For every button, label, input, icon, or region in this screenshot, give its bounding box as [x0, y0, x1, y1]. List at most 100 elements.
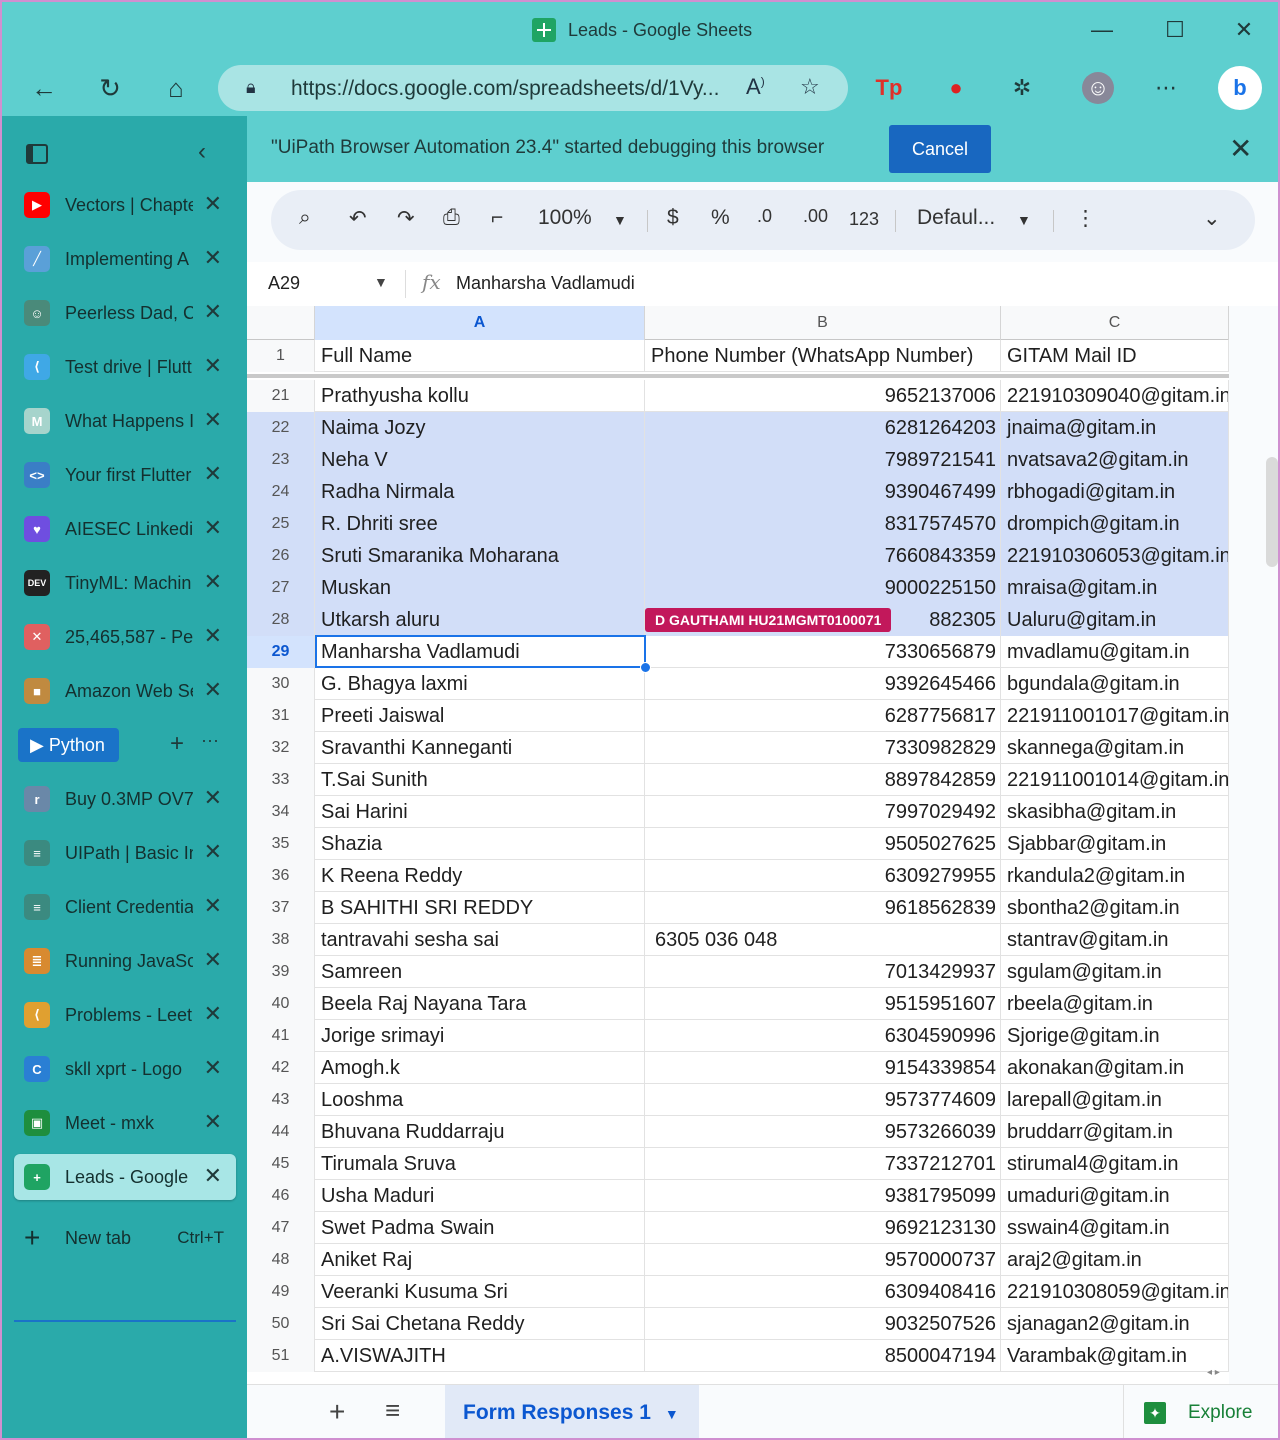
- cell-full-name[interactable]: Aniket Raj: [315, 1244, 645, 1276]
- sidebar-tab-item[interactable]: + Leads - Google ✕: [14, 1154, 236, 1200]
- row-number[interactable]: 26: [247, 540, 315, 572]
- refresh-icon[interactable]: ↻: [90, 70, 130, 106]
- cell-full-name[interactable]: Sruti Smaranika Moharana: [315, 540, 645, 572]
- row-number[interactable]: 38: [247, 924, 315, 956]
- cell-email[interactable]: nvatsava2@gitam.in: [1001, 444, 1229, 476]
- cell-phone-number[interactable]: 9652137006: [645, 380, 1001, 412]
- sidebar-tab-item[interactable]: ▣ Meet - mxk ✕: [14, 1100, 236, 1146]
- cell-phone-number[interactable]: 7997029492: [645, 796, 1001, 828]
- cell-email[interactable]: Sjabbar@gitam.in: [1001, 828, 1229, 860]
- close-tab-icon[interactable]: ✕: [204, 1109, 222, 1135]
- undo-icon[interactable]: ↶: [349, 206, 367, 231]
- cell-email[interactable]: umaduri@gitam.in: [1001, 1180, 1229, 1212]
- cell-phone-number[interactable]: 9000225150: [645, 572, 1001, 604]
- name-box[interactable]: A29: [268, 273, 300, 294]
- cell-email[interactable]: rbeela@gitam.in: [1001, 988, 1229, 1020]
- row-number[interactable]: 30: [247, 668, 315, 700]
- cell-c1[interactable]: GITAM Mail ID: [1001, 340, 1229, 372]
- cell-phone-number[interactable]: 9381795099: [645, 1180, 1001, 1212]
- cell-full-name[interactable]: R. Dhriti sree: [315, 508, 645, 540]
- cell-full-name[interactable]: B SAHITHI SRI REDDY: [315, 892, 645, 924]
- cell-phone-number[interactable]: 6309408416: [645, 1276, 1001, 1308]
- cell-email[interactable]: sjanagan2@gitam.in: [1001, 1308, 1229, 1340]
- cell-phone-number[interactable]: 9570000737: [645, 1244, 1001, 1276]
- row-number[interactable]: 25: [247, 508, 315, 540]
- cell-full-name[interactable]: Looshma: [315, 1084, 645, 1116]
- cell-email[interactable]: Sjorige@gitam.in: [1001, 1020, 1229, 1052]
- font-select[interactable]: Defaul...: [917, 206, 995, 230]
- cell-full-name[interactable]: G. Bhagya laxmi: [315, 668, 645, 700]
- row-number[interactable]: 23: [247, 444, 315, 476]
- close-tab-icon[interactable]: ✕: [204, 677, 222, 703]
- address-bar[interactable]: 🔒︎ https://docs.google.com/spreadsheets/…: [218, 65, 848, 111]
- zoom-select[interactable]: 100%: [538, 206, 592, 230]
- cell-email[interactable]: rbhogadi@gitam.in: [1001, 476, 1229, 508]
- row-number[interactable]: 36: [247, 860, 315, 892]
- cell-phone-number[interactable]: 8317574570: [645, 508, 1001, 540]
- cell-phone-number[interactable]: 9032507526: [645, 1308, 1001, 1340]
- close-tab-icon[interactable]: ✕: [204, 893, 222, 919]
- cell-email[interactable]: rkandula2@gitam.in: [1001, 860, 1229, 892]
- row-number[interactable]: 42: [247, 1052, 315, 1084]
- currency-format-button[interactable]: $: [667, 206, 679, 230]
- row-number[interactable]: 43: [247, 1084, 315, 1116]
- row-number[interactable]: 22: [247, 412, 315, 444]
- sheet-tab-dropdown-icon[interactable]: ▼: [665, 1406, 679, 1422]
- horizontal-scroll-arrows[interactable]: ◂ ▸: [1207, 1367, 1220, 1378]
- sidebar-tab-item[interactable]: ♥ AIESEC Linkedin ✕: [14, 506, 236, 552]
- row-number[interactable]: 24: [247, 476, 315, 508]
- cell-full-name[interactable]: Usha Maduri: [315, 1180, 645, 1212]
- font-dropdown-icon[interactable]: ▼: [1017, 212, 1031, 228]
- close-tab-icon[interactable]: ✕: [204, 1163, 222, 1189]
- row-number[interactable]: 1: [247, 340, 315, 372]
- row-number[interactable]: 50: [247, 1308, 315, 1340]
- cell-full-name[interactable]: tantravahi sesha sai: [315, 924, 645, 956]
- column-header-b[interactable]: B: [645, 306, 1001, 340]
- row-number[interactable]: 28: [247, 604, 315, 636]
- minimize-icon[interactable]: —: [1082, 14, 1122, 46]
- cell-phone-number[interactable]: 7989721541: [645, 444, 1001, 476]
- row-number[interactable]: 41: [247, 1020, 315, 1052]
- print-icon[interactable]: ⎙: [443, 206, 460, 230]
- row-number[interactable]: 29: [247, 636, 315, 668]
- cell-email[interactable]: jnaima@gitam.in: [1001, 412, 1229, 444]
- sidebar-tab-item[interactable]: Cskll xprt - Logo ✕: [14, 1046, 236, 1092]
- cell-full-name[interactable]: Radha Nirmala: [315, 476, 645, 508]
- cell-full-name[interactable]: Manharsha Vadlamudi: [315, 636, 645, 668]
- sidebar-tab-item[interactable]: ■ Amazon Web Se ✕: [14, 668, 236, 714]
- cell-full-name[interactable]: A.VISWAJITH: [315, 1340, 645, 1372]
- cell-email[interactable]: bgundala@gitam.in: [1001, 668, 1229, 700]
- cell-email[interactable]: stirumal4@gitam.in: [1001, 1148, 1229, 1180]
- close-tab-icon[interactable]: ✕: [204, 299, 222, 325]
- explore-button[interactable]: ✦ Explore: [1123, 1385, 1280, 1440]
- row-number[interactable]: 34: [247, 796, 315, 828]
- cell-full-name[interactable]: K Reena Reddy: [315, 860, 645, 892]
- cell-phone-number[interactable]: 6305 036 048: [645, 924, 1001, 956]
- cell-email[interactable]: stantrav@gitam.in: [1001, 924, 1229, 956]
- close-tab-icon[interactable]: ✕: [204, 947, 222, 973]
- cell-full-name[interactable]: Veeranki Kusuma Sri: [315, 1276, 645, 1308]
- cell-email[interactable]: sbontha2@gitam.in: [1001, 892, 1229, 924]
- sidebar-tab-item[interactable]: ╱ Implementing A ✕: [14, 236, 236, 282]
- bing-icon[interactable]: b: [1218, 66, 1262, 110]
- home-icon[interactable]: ⌂: [156, 70, 196, 106]
- redo-icon[interactable]: ↷: [397, 206, 415, 231]
- cell-full-name[interactable]: Jorige srimayi: [315, 1020, 645, 1052]
- close-tab-icon[interactable]: ✕: [204, 839, 222, 865]
- row-number[interactable]: 33: [247, 764, 315, 796]
- row-number[interactable]: 48: [247, 1244, 315, 1276]
- cell-email[interactable]: skannega@gitam.in: [1001, 732, 1229, 764]
- close-tab-icon[interactable]: ✕: [204, 245, 222, 271]
- cell-email[interactable]: larepall@gitam.in: [1001, 1084, 1229, 1116]
- sidebar-tab-item[interactable]: r Buy 0.3MP OV7 ✕: [14, 776, 236, 822]
- close-tab-icon[interactable]: ✕: [204, 515, 222, 541]
- row-number[interactable]: 39: [247, 956, 315, 988]
- cell-email[interactable]: mvadlamu@gitam.in: [1001, 636, 1229, 668]
- cell-full-name[interactable]: Beela Raj Nayana Tara: [315, 988, 645, 1020]
- name-box-dropdown-icon[interactable]: ▼: [374, 274, 388, 290]
- extension-red-icon[interactable]: ●: [940, 72, 972, 104]
- spreadsheet-grid[interactable]: A B C 1 Full Name Phone Number (WhatsApp…: [247, 306, 1229, 1384]
- row-number[interactable]: 45: [247, 1148, 315, 1180]
- url-text[interactable]: https://docs.google.com/spreadsheets/d/1…: [291, 77, 719, 101]
- cell-phone-number[interactable]: 9392645466: [645, 668, 1001, 700]
